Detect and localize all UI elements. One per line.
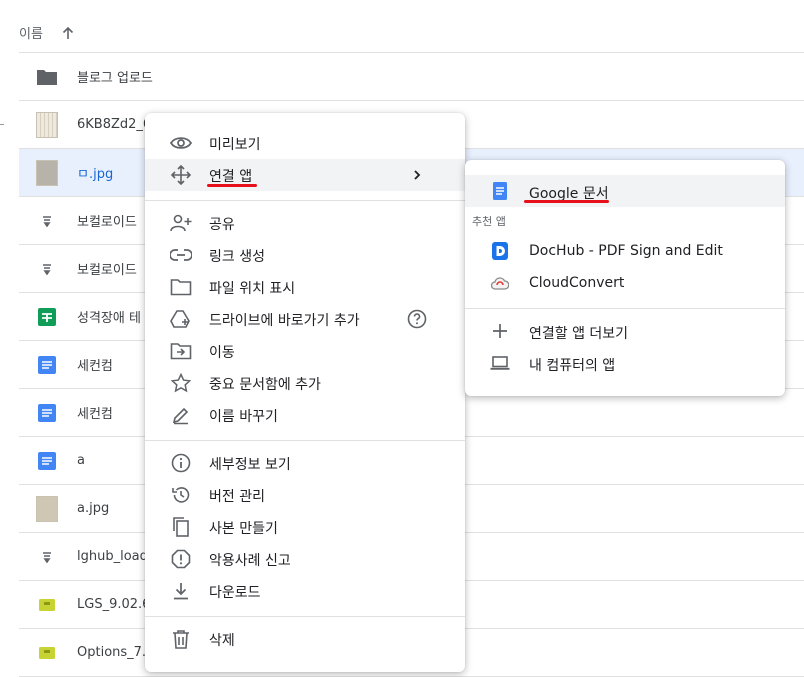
drive-shortcut-icon: [169, 308, 193, 330]
file-name: a.jpg: [77, 501, 110, 516]
move-arrows-icon: [169, 164, 193, 186]
history-icon: [169, 484, 193, 506]
folder-icon: [36, 66, 58, 88]
file-name: ㅁ.jpg: [77, 167, 114, 182]
file-name: 블로그 업로드: [77, 71, 153, 86]
menu-item-share[interactable]: 공유: [145, 207, 465, 239]
plus-icon: [489, 321, 511, 341]
chevron-right-icon: [407, 165, 427, 185]
submenu-item-google-docs[interactable]: Google 문서: [465, 175, 785, 207]
submenu-item-cloudconvert[interactable]: CloudConvert: [465, 267, 785, 299]
submenu-item-dochub[interactable]: DocHub - PDF Sign and Edit: [465, 235, 785, 267]
link-icon: [169, 244, 193, 266]
menu-item-details[interactable]: 세부정보 보기: [145, 447, 465, 479]
menu-item-rename[interactable]: 이름 바꾸기: [145, 399, 465, 431]
info-icon: [169, 452, 193, 474]
generic-file-icon: [36, 210, 58, 232]
generic-file-icon: [36, 546, 58, 568]
file-name: 성격장애 테: [77, 311, 141, 326]
annotation-underline-open-with: [207, 184, 257, 187]
file-name: 보컬로이드: [77, 263, 137, 278]
menu-item-remove[interactable]: 삭제: [145, 623, 465, 655]
menu-item-manage-versions[interactable]: 버전 관리: [145, 479, 465, 511]
submenu-divider: [465, 308, 785, 309]
eye-icon: [169, 132, 193, 154]
file-name: a: [77, 453, 85, 468]
file-name: 6KB8Zd2_6: [77, 117, 152, 132]
file-name: Options_7.1: [77, 645, 155, 660]
archive-icon: [36, 642, 58, 664]
menu-item-add-starred[interactable]: 중요 문서함에 추가: [145, 367, 465, 399]
arrow-up-icon[interactable]: [61, 26, 75, 40]
menu-divider: [145, 616, 465, 617]
star-icon: [169, 372, 193, 394]
file-name: 세컨컴: [77, 359, 113, 374]
help-icon[interactable]: [407, 309, 427, 329]
google-docs-icon: [489, 181, 511, 201]
folder-outline-icon: [169, 276, 193, 298]
person-add-icon: [169, 212, 193, 234]
menu-divider: [145, 200, 465, 201]
menu-item-download[interactable]: 다운로드: [145, 575, 465, 607]
file-name: LGS_9.02.6: [77, 597, 151, 612]
annotation-underline-google-docs: [524, 200, 609, 203]
trash-icon: [169, 628, 193, 650]
dochub-icon: [489, 241, 511, 261]
menu-item-add-shortcut[interactable]: 드라이브에 바로가기 추가: [145, 303, 465, 335]
pencil-icon: [169, 404, 193, 426]
menu-item-preview[interactable]: 미리보기: [145, 127, 465, 159]
context-menu: 미리보기 연결 앱 공유 링크 생성 파일 위치 표시 드라이브에 바로가기 추…: [145, 113, 465, 672]
docs-icon: [36, 450, 58, 472]
open-with-submenu: Google 문서 추천 앱 DocHub - PDF Sign and Edi…: [465, 160, 785, 396]
submenu-item-more-apps[interactable]: 연결할 앱 더보기: [465, 315, 785, 347]
file-name: 세컨컴: [77, 407, 113, 422]
report-icon: [169, 548, 193, 570]
file-name: 보컬로이드: [77, 215, 137, 230]
move-to-folder-icon: [169, 340, 193, 362]
image-thumbnail: [36, 495, 58, 522]
laptop-icon: [489, 353, 511, 373]
copy-icon: [169, 516, 193, 538]
column-name-label: 이름: [19, 27, 43, 42]
submenu-item-computer-apps[interactable]: 내 컴퓨터의 앱: [465, 347, 785, 379]
sheets-icon: [36, 306, 58, 328]
file-row[interactable]: 블로그 업로드: [19, 53, 804, 101]
image-thumbnail: [36, 159, 58, 186]
generic-file-icon: [36, 258, 58, 280]
download-icon: [169, 580, 193, 602]
menu-item-make-copy[interactable]: 사본 만들기: [145, 511, 465, 543]
file-name: lghub_load_: [77, 549, 155, 564]
archive-icon: [36, 594, 58, 616]
menu-item-show-location[interactable]: 파일 위치 표시: [145, 271, 465, 303]
cloudconvert-icon: [489, 273, 511, 293]
docs-icon: [36, 354, 58, 376]
menu-item-get-link[interactable]: 링크 생성: [145, 239, 465, 271]
divider: [0, 124, 4, 125]
docs-icon: [36, 402, 58, 424]
menu-divider: [145, 440, 465, 441]
menu-item-move[interactable]: 이동: [145, 335, 465, 367]
menu-item-report-abuse[interactable]: 악용사례 신고: [145, 543, 465, 575]
recommended-apps-label: 추천 앱: [472, 215, 506, 228]
image-thumbnail: [36, 111, 58, 138]
menu-item-open-with[interactable]: 연결 앱: [145, 159, 465, 191]
column-header-name[interactable]: 이름: [19, 13, 804, 53]
